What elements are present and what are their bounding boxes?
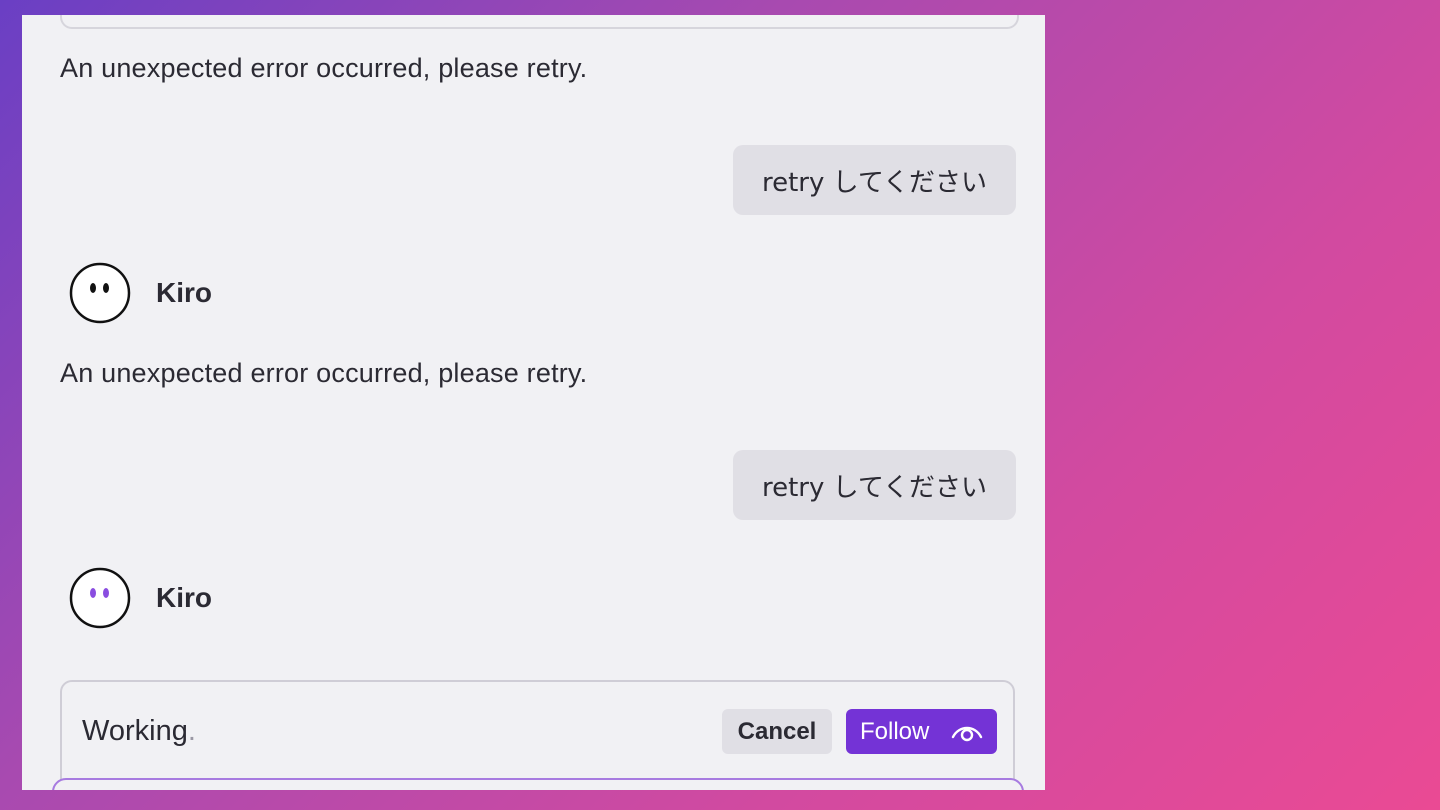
- previous-message-card: [60, 15, 1019, 29]
- chat-input[interactable]: [52, 778, 1024, 790]
- kiro-avatar-icon: [69, 262, 131, 324]
- follow-label: Follow: [860, 717, 930, 745]
- agent-name: Kiro: [156, 582, 212, 613]
- eye-icon: [951, 726, 983, 741]
- working-status: Working.: [82, 715, 196, 748]
- agent-header: Kiro: [69, 567, 212, 629]
- follow-button[interactable]: Follow: [846, 709, 997, 754]
- agent-name: Kiro: [156, 277, 212, 308]
- working-dots: .: [187, 715, 196, 747]
- working-label: Working: [82, 715, 188, 747]
- agent-error-message: An unexpected error occurred, please ret…: [60, 53, 588, 83]
- user-message-bubble: retry してください: [733, 450, 1016, 520]
- working-status-card: Working. Cancel Follow: [60, 680, 1015, 790]
- user-message-bubble: retry してください: [733, 145, 1016, 215]
- chat-panel: An unexpected error occurred, please ret…: [22, 15, 1045, 790]
- kiro-avatar-icon: [69, 567, 131, 629]
- agent-error-message: An unexpected error occurred, please ret…: [60, 358, 588, 388]
- cancel-button[interactable]: Cancel: [722, 709, 832, 754]
- agent-header: Kiro: [69, 262, 212, 324]
